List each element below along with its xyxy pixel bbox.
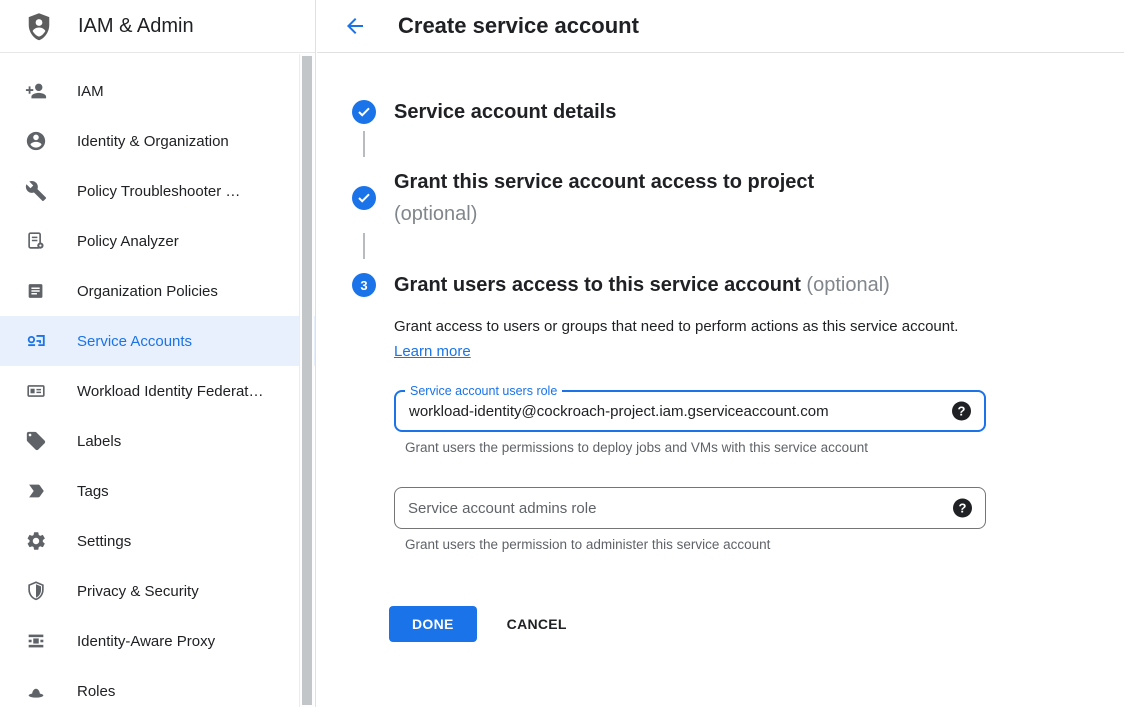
optional-text: (optional) xyxy=(806,274,889,296)
step-optional-label: (optional) xyxy=(806,274,889,296)
stepper: Service account details Grant this servi… xyxy=(317,53,1124,642)
done-button[interactable]: DONE xyxy=(389,606,477,642)
users-role-help-button[interactable]: ? xyxy=(952,402,971,421)
learn-more-link[interactable]: Learn more xyxy=(394,343,471,360)
step-connector xyxy=(352,233,376,259)
step-number-badge: 3 xyxy=(352,273,376,297)
tag-arrow-icon xyxy=(24,479,48,503)
admins-role-helper-text: Grant users the permission to administer… xyxy=(405,537,1124,553)
users-role-helper-text: Grant users the permissions to deploy jo… xyxy=(405,440,1124,456)
app-window: IAM & Admin IAM Identity & Organization xyxy=(0,0,1124,707)
sidebar-item-label: Settings xyxy=(77,533,131,550)
step-connector xyxy=(352,131,376,157)
main-panel: Create service account Service account d… xyxy=(317,0,1124,707)
sidebar-item-label: Identity & Organization xyxy=(77,133,229,150)
sidebar-item-label: Labels xyxy=(77,433,121,450)
sidebar-item-label: Policy Analyzer xyxy=(77,233,179,250)
back-button[interactable] xyxy=(343,14,367,38)
step-optional-label: (optional) xyxy=(394,201,814,227)
help-icon: ? xyxy=(958,404,966,419)
label-tag-icon xyxy=(24,429,48,453)
sidebar-item-tags[interactable]: Tags xyxy=(0,466,315,516)
admins-role-help-button[interactable]: ? xyxy=(953,499,972,518)
sidebar-item-settings[interactable]: Settings xyxy=(0,516,315,566)
service-account-icon xyxy=(24,329,48,353)
gear-icon xyxy=(24,529,48,553)
sidebar-item-roles[interactable]: Roles xyxy=(0,666,315,707)
step-service-account-details[interactable]: Service account details xyxy=(352,99,1124,125)
sidebar-item-organization-policies[interactable]: Organization Policies xyxy=(0,266,315,316)
users-role-input[interactable] xyxy=(396,392,984,430)
step-title: Service account details xyxy=(394,99,616,125)
document-lines-icon xyxy=(24,279,48,303)
step-grant-users-access[interactable]: 3 Grant users access to this service acc… xyxy=(352,271,1124,299)
account-circle-icon xyxy=(24,129,48,153)
sidebar-item-label: Roles xyxy=(77,683,115,700)
main-header: Create service account xyxy=(317,0,1124,53)
actions-row: DONE CANCEL xyxy=(389,606,1124,642)
proxy-bars-icon xyxy=(24,629,48,653)
sidebar-scrollbar-track xyxy=(299,54,314,707)
cancel-button[interactable]: CANCEL xyxy=(507,616,567,632)
sidebar-item-service-accounts[interactable]: Service Accounts xyxy=(0,316,315,366)
sidebar-item-identity-organization[interactable]: Identity & Organization xyxy=(0,116,315,166)
step-title: Grant users access to this service accou… xyxy=(394,271,890,299)
step-body: Grant access to users or groups that nee… xyxy=(394,314,1124,642)
sidebar-scrollbar-thumb[interactable] xyxy=(302,56,312,705)
id-card-icon xyxy=(24,379,48,403)
sidebar-item-label: Privacy & Security xyxy=(77,583,199,600)
step-title-text: Grant this service account access to pro… xyxy=(394,171,814,193)
sidebar-item-iam[interactable]: IAM xyxy=(0,66,315,116)
sidebar-item-identity-aware-proxy[interactable]: Identity-Aware Proxy xyxy=(0,616,315,666)
sidebar-item-label: Policy Troubleshooter … xyxy=(77,183,240,200)
arrow-left-icon xyxy=(343,14,367,38)
sidebar-item-label: Workload Identity Federat… xyxy=(77,383,263,400)
policy-analyzer-icon xyxy=(24,229,48,253)
person-add-icon xyxy=(24,79,48,103)
shield-half-icon xyxy=(24,579,48,603)
admins-role-input[interactable] xyxy=(395,488,985,528)
sidebar-header: IAM & Admin xyxy=(0,0,315,53)
sidebar-item-label: IAM xyxy=(77,83,104,100)
sidebar-item-labels[interactable]: Labels xyxy=(0,416,315,466)
admins-role-field: ? xyxy=(394,487,986,529)
sidebar-nav: IAM Identity & Organization Policy Troub… xyxy=(0,53,315,707)
hat-icon xyxy=(24,679,48,703)
help-icon: ? xyxy=(959,501,967,516)
step-title-text: Grant users access to this service accou… xyxy=(394,274,801,296)
sidebar-item-label: Identity-Aware Proxy xyxy=(77,633,215,650)
iam-admin-shield-icon xyxy=(24,11,54,41)
check-circle-icon xyxy=(352,186,376,210)
wrench-icon xyxy=(24,179,48,203)
sidebar-item-policy-analyzer[interactable]: Policy Analyzer xyxy=(0,216,315,266)
sidebar-item-label: Tags xyxy=(77,483,109,500)
check-circle-icon xyxy=(352,100,376,124)
sidebar-item-workload-identity-federation[interactable]: Workload Identity Federat… xyxy=(0,366,315,416)
sidebar-item-privacy-security[interactable]: Privacy & Security xyxy=(0,566,315,616)
step-title: Grant this service account access to pro… xyxy=(394,169,814,227)
sidebar-item-label: Service Accounts xyxy=(77,333,192,350)
sidebar: IAM & Admin IAM Identity & Organization xyxy=(0,0,316,707)
sidebar-item-policy-troubleshooter[interactable]: Policy Troubleshooter … xyxy=(0,166,315,216)
page-title: Create service account xyxy=(398,13,639,39)
step-grant-access-to-project[interactable]: Grant this service account access to pro… xyxy=(352,169,1124,227)
sidebar-item-label: Organization Policies xyxy=(77,283,218,300)
sidebar-title: IAM & Admin xyxy=(78,15,194,38)
step-description: Grant access to users or groups that nee… xyxy=(394,314,974,364)
step-description-text: Grant access to users or groups that nee… xyxy=(394,318,958,335)
users-role-field: Service account users role ? xyxy=(394,390,986,432)
